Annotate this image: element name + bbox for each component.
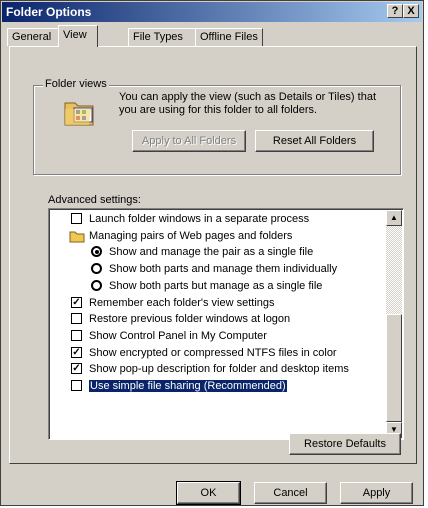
folder-views-icon	[63, 97, 97, 129]
checkbox-checked[interactable]: ✓	[71, 363, 82, 375]
ok-button[interactable]: OK	[176, 481, 241, 505]
close-button[interactable]: X	[403, 4, 419, 18]
tab-view[interactable]: View	[58, 25, 98, 47]
advanced-setting-label: Show pop-up description for folder and d…	[89, 363, 349, 376]
tab-offline-files[interactable]: Offline Files	[195, 28, 263, 46]
scroll-thumb[interactable]	[386, 314, 402, 422]
apply-button[interactable]: Apply	[340, 482, 413, 504]
window-title: Folder Options	[6, 5, 92, 19]
folder-views-description: You can apply the view (such as Details …	[119, 91, 377, 116]
advanced-setting-label: Remember each folder's view settings	[89, 296, 275, 309]
reset-all-folders-button[interactable]: Reset All Folders	[255, 130, 374, 152]
advanced-setting-label: Managing pairs of Web pages and folders	[89, 229, 293, 242]
tab-file-types[interactable]: File Types	[128, 28, 196, 46]
checkbox-checked[interactable]: ✓	[71, 346, 82, 358]
folder-options-dialog: Folder Options ? X General View File Typ…	[0, 0, 424, 506]
folder-icon	[69, 231, 85, 243]
folder-views-label: Folder views	[43, 78, 109, 90]
cancel-button[interactable]: Cancel	[254, 482, 327, 504]
advanced-setting-label: Launch folder windows in a separate proc…	[89, 213, 310, 225]
checkbox-checked[interactable]: ✓	[71, 296, 82, 308]
apply-to-all-folders-button[interactable]: Apply to All Folders	[132, 130, 246, 152]
checkbox-unchecked[interactable]	[71, 329, 82, 341]
tab-general[interactable]: General	[7, 28, 59, 46]
radio-selected[interactable]	[91, 246, 102, 258]
advanced-setting-label: Show both parts and manage them individu…	[109, 263, 338, 276]
advanced-setting-label: Show both parts but manage as a single f…	[109, 279, 323, 292]
radio-unselected[interactable]	[91, 279, 102, 291]
advanced-setting-label: Show and manage the pair as a single fil…	[109, 246, 314, 259]
advanced-setting-label: Restore previous folder windows at logon	[89, 313, 291, 326]
checkbox-unchecked[interactable]	[71, 313, 82, 325]
advanced-setting-label: Show Control Panel in My Computer	[89, 329, 267, 342]
radio-unselected[interactable]	[91, 263, 102, 275]
advanced-settings-list[interactable]: Launch folder windows in a separate proc…	[48, 208, 404, 440]
tab-strip: General View File Types Offline Files	[1, 25, 425, 47]
help-button[interactable]: ?	[387, 4, 403, 18]
restore-defaults-button[interactable]: Restore Defaults	[289, 433, 401, 455]
scroll-up-arrow-icon[interactable]: ▲	[386, 210, 402, 226]
advanced-settings-label: Advanced settings:	[48, 194, 141, 206]
checkbox-unchecked[interactable]	[71, 213, 82, 224]
title-bar[interactable]: Folder Options ? X	[2, 2, 422, 22]
checkbox-unchecked[interactable]	[71, 380, 82, 391]
advanced-setting-label: Show encrypted or compressed NTFS files …	[89, 346, 337, 359]
vertical-scrollbar[interactable]: ▲ ▼	[386, 210, 402, 438]
advanced-setting-label: Use simple file sharing (Recommended)	[88, 379, 288, 393]
